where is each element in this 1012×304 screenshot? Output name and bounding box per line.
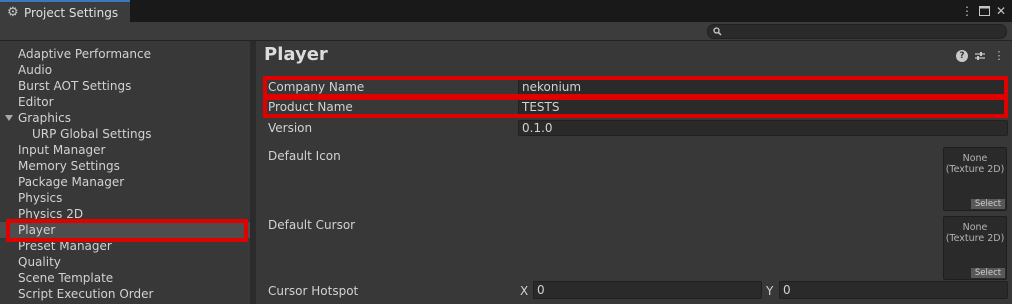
help-icon[interactable]: ? (956, 50, 968, 62)
object-field-type: (Texture 2D) (945, 233, 1005, 244)
version-field[interactable]: 0.1.0 (518, 120, 1008, 136)
default-cursor-select-button[interactable]: Select (971, 268, 1005, 278)
hotspot-x-label: X (520, 284, 529, 298)
tab-project-settings[interactable]: ⚙ Project Settings (0, 0, 130, 23)
close-icon[interactable]: ✕ (994, 3, 1008, 19)
tab-title: Project Settings (24, 5, 119, 20)
search-icon (713, 27, 722, 36)
sidebar-item-physics[interactable]: Physics (0, 190, 250, 206)
sidebar-item-input-manager[interactable]: Input Manager (0, 142, 250, 158)
company-name-field[interactable]: nekonium (518, 79, 1008, 95)
sidebar-item-editor[interactable]: Editor (0, 94, 250, 110)
search-input[interactable] (707, 24, 1007, 39)
company-name-label: Company Name (268, 80, 365, 94)
sidebar-item-script-execution-order[interactable]: Script Execution Order (0, 286, 250, 302)
sidebar-item-memory-settings[interactable]: Memory Settings (0, 158, 250, 174)
title-bar: ⚙ Project Settings ⋮ ✕ (0, 0, 1012, 23)
sidebar-item-adaptive-performance[interactable]: Adaptive Performance (0, 46, 250, 62)
default-icon-object-field[interactable]: None (Texture 2D) Select (943, 147, 1007, 211)
default-icon-label: Default Icon (268, 149, 341, 163)
sidebar-item-graphics[interactable]: Graphics (0, 110, 250, 126)
sidebar-item-package-manager[interactable]: Package Manager (0, 174, 250, 190)
sidebar-item-audio[interactable]: Audio (0, 62, 250, 78)
sidebar-item-quality[interactable]: Quality (0, 254, 250, 270)
sidebar-item-burst-aot-settings[interactable]: Burst AOT Settings (0, 78, 250, 94)
object-field-value: None (962, 153, 988, 164)
default-cursor-label: Default Cursor (268, 218, 356, 232)
object-field-type: (Texture 2D) (945, 164, 1005, 175)
page-title: Player (264, 44, 328, 65)
hotspot-x-field[interactable]: 0 (533, 281, 762, 299)
sidebar-item-label: Graphics (18, 111, 71, 125)
foldout-arrow-icon[interactable] (5, 115, 13, 121)
sidebar-item-urp-global-settings[interactable]: URP Global Settings (0, 126, 250, 142)
sidebar-item-scene-template[interactable]: Scene Template (0, 270, 250, 286)
player-settings-panel: Player ? ⋮ Company Name nekonium Product… (256, 41, 1012, 304)
sidebar-item-player[interactable]: Player (0, 222, 250, 238)
product-name-field[interactable]: TESTS (518, 99, 1008, 115)
sidebar-item-preset-manager[interactable]: Preset Manager (0, 238, 250, 254)
product-name-label: Product Name (268, 100, 353, 114)
default-cursor-object-field[interactable]: None (Texture 2D) Select (943, 216, 1007, 280)
hotspot-y-label: Y (766, 284, 774, 298)
hotspot-y-field[interactable]: 0 (779, 281, 1008, 299)
toolbar (0, 22, 1012, 41)
gear-icon: ⚙ (7, 5, 19, 20)
default-icon-select-button[interactable]: Select (971, 199, 1005, 209)
maximize-icon[interactable] (977, 3, 991, 19)
sliders-icon[interactable] (974, 50, 986, 62)
sidebar-item-physics-2d[interactable]: Physics 2D (0, 206, 250, 222)
cursor-hotspot-label: Cursor Hotspot (268, 284, 359, 298)
settings-sidebar: Adaptive Performance Audio Burst AOT Set… (0, 41, 250, 304)
object-field-value: None (962, 222, 988, 233)
kebab-menu-icon[interactable]: ⋮ (993, 50, 1005, 62)
version-label: Version (268, 121, 313, 135)
kebab-menu-icon[interactable]: ⋮ (960, 3, 974, 19)
